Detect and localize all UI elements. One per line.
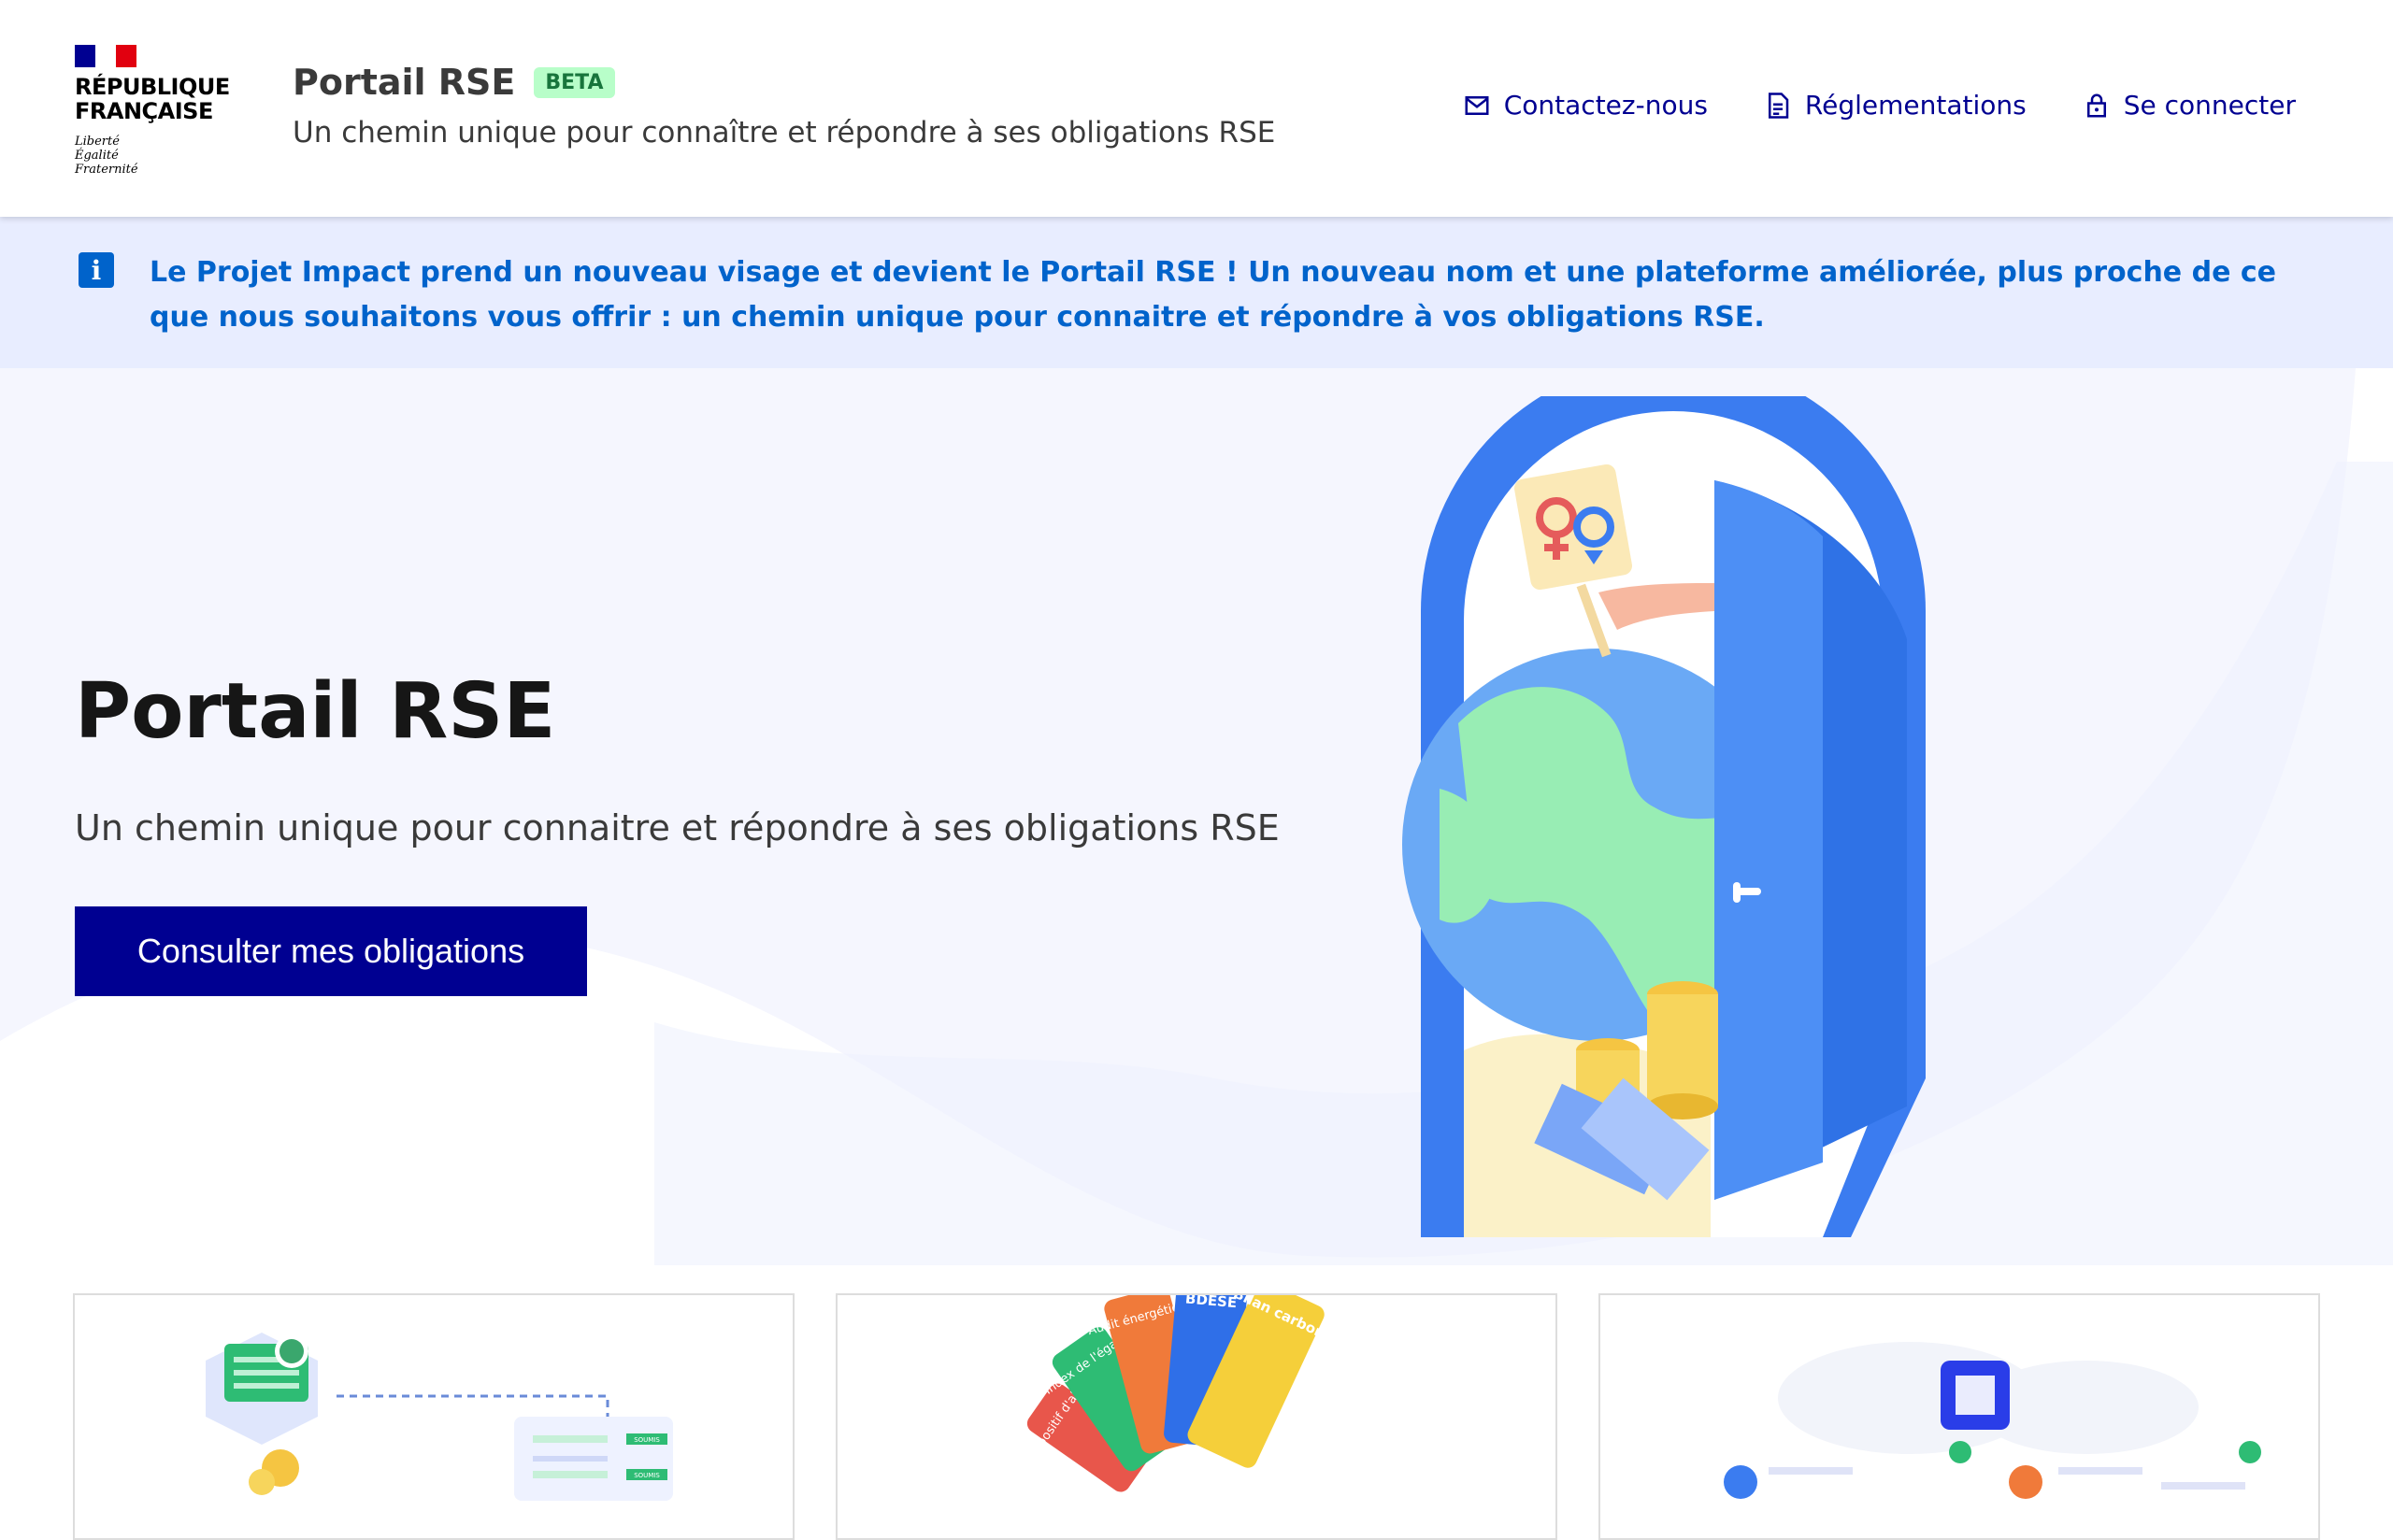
site-title[interactable]: Portail RSE BETA <box>293 62 615 103</box>
notice-text: Le Projet Impact prend un nouveau visage… <box>150 256 2276 334</box>
site-name[interactable]: Portail RSE <box>293 62 515 103</box>
reglementations-link-label: Réglementations <box>1804 90 2027 121</box>
document-icon <box>1768 92 1789 119</box>
republique-francaise-logo[interactable]: RÉPUBLIQUE FRANÇAISE Liberté Égalité Fra… <box>75 45 230 177</box>
contact-link[interactable]: Contactez-nous <box>1463 90 1708 121</box>
logo-name: RÉPUBLIQUE FRANÇAISE <box>75 74 230 124</box>
login-link-label: Se connecter <box>2123 90 2296 121</box>
feature-card-3[interactable] <box>1598 1293 2320 1540</box>
hero-subtitle: Un chemin unique pour connaitre et répon… <box>75 807 1280 848</box>
french-flag-icon <box>75 45 136 67</box>
lock-icon <box>2086 93 2106 117</box>
site-header: RÉPUBLIQUE FRANÇAISE Liberté Égalité Fra… <box>0 0 2393 217</box>
feature-card-2[interactable]: Dispositif d'alerte Index de l'égalité A… <box>836 1293 1557 1540</box>
info-notice: i Le Projet Impact prend un nouveau visa… <box>0 217 2393 368</box>
contact-link-label: Contactez-nous <box>1503 90 1708 121</box>
header-nav: Contactez-nous Réglementations Se connec… <box>1463 90 2296 121</box>
door-globe-illustration <box>1402 396 1926 1237</box>
info-icon: i <box>79 252 114 288</box>
hero-section: Portail RSE Un chemin unique pour connai… <box>0 368 2393 1265</box>
status-tag-2: SOUMIS <box>634 1472 660 1479</box>
site-tagline: Un chemin unique pour connaître et répon… <box>293 116 1276 150</box>
company-network-illustration <box>1724 1342 2261 1499</box>
declaration-illustration: SOUMIS SOUMIS <box>206 1333 673 1501</box>
mail-icon <box>1465 95 1489 115</box>
beta-badge: BETA <box>534 66 615 98</box>
status-tag-1: SOUMIS <box>634 1436 660 1444</box>
reglementations-link[interactable]: Réglementations <box>1764 90 2027 121</box>
consulter-obligations-button[interactable]: Consulter mes obligations <box>75 906 587 996</box>
hero-title: Portail RSE <box>75 667 556 756</box>
feature-card-1[interactable]: SOUMIS SOUMIS <box>73 1293 795 1540</box>
obligations-fan-illustration: Dispositif d'alerte Index de l'égalité A… <box>1024 1295 1337 1492</box>
logo-motto: Liberté Égalité Fraternité <box>75 135 138 177</box>
login-link[interactable]: Se connecter <box>2083 90 2296 121</box>
